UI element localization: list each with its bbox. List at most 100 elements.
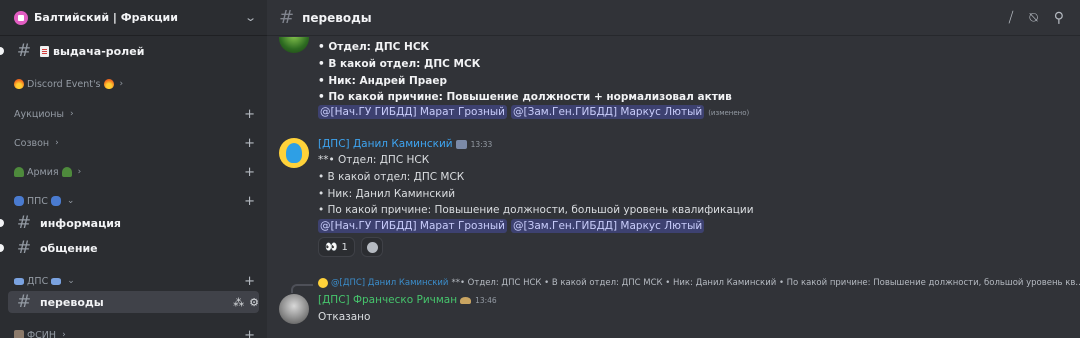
category-label: ППС bbox=[14, 196, 61, 207]
message-line: • Ник: Андрей Праер bbox=[318, 75, 448, 87]
add-channel-icon[interactable]: + bbox=[244, 274, 255, 289]
threads-icon[interactable]: ⧸ bbox=[1009, 10, 1014, 26]
user-mention[interactable]: @[Зам.Ген.ГИБДД] Маркус Лютый bbox=[511, 219, 705, 233]
message-line: • В какой отдел: ДПС МСК bbox=[318, 58, 481, 70]
reaction-count: 1 bbox=[341, 241, 348, 253]
channel-roles[interactable]: # выдача-ролей bbox=[0, 40, 259, 62]
mute-bell-icon[interactable]: ⍉ bbox=[1029, 10, 1037, 26]
prison-icon bbox=[14, 330, 24, 338]
channel-transfers[interactable]: # переводы ⁂ ⚙ bbox=[8, 291, 259, 313]
user-mention[interactable]: @[Нач.ГУ ГИБДД] Марат Грозный bbox=[318, 105, 508, 119]
hat-icon bbox=[460, 296, 472, 304]
category-auctions[interactable]: Аукционы › + bbox=[14, 105, 255, 123]
police-car-icon bbox=[51, 277, 62, 285]
channel-tools: ⁂ ⚙ bbox=[233, 296, 259, 309]
category-label: ДПС bbox=[14, 276, 62, 287]
chevron-down-icon[interactable]: ⌄ bbox=[244, 11, 257, 24]
document-emoji-icon bbox=[40, 45, 49, 57]
chevron-right-icon: › bbox=[119, 79, 124, 89]
channel-header: # переводы ⧸ ⍉ ⚲ bbox=[267, 0, 1080, 36]
message-line: • В какой отдел: ДПС МСК bbox=[318, 171, 465, 183]
add-channel-icon[interactable]: + bbox=[244, 136, 255, 151]
timestamp: 13:33 bbox=[470, 140, 493, 149]
user-mention[interactable]: @[Нач.ГУ ГИБДД] Марат Грозный bbox=[318, 219, 508, 233]
police-officer-icon bbox=[50, 196, 61, 206]
category-dps[interactable]: ДПС ⌄ + bbox=[14, 272, 255, 290]
message-line: Отказано bbox=[318, 311, 371, 323]
pin-icon[interactable]: ⚲ bbox=[1054, 10, 1064, 26]
channel-title: переводы bbox=[302, 10, 372, 25]
channel-info[interactable]: # информация bbox=[0, 212, 259, 234]
header-toolbar: ⧸ ⍉ ⚲ bbox=[1009, 10, 1080, 26]
server-name: Балтийский | Фракции bbox=[34, 11, 178, 24]
reply-preview[interactable]: @[ДПС] Данил Каминский **• Отдел: ДПС НС… bbox=[318, 278, 1080, 288]
category-label: ФСИН bbox=[14, 330, 56, 338]
category-events[interactable]: Discord Event's › bbox=[14, 75, 255, 93]
category-label: Discord Event's bbox=[14, 79, 114, 90]
police-car-icon bbox=[455, 139, 467, 149]
add-channel-icon[interactable]: + bbox=[244, 328, 255, 338]
message-line: • По какой причине: Повышение должности … bbox=[318, 91, 732, 103]
add-reaction-button[interactable] bbox=[361, 237, 383, 257]
reply-connector bbox=[291, 284, 313, 293]
category-call[interactable]: Созвон › + bbox=[14, 134, 255, 152]
message-header: [ДПС] Франческо Ричман 13:46 bbox=[318, 294, 497, 306]
chevron-down-icon: ⌄ bbox=[67, 276, 75, 286]
hash-icon: # bbox=[16, 41, 32, 61]
army-helmet-icon bbox=[14, 167, 24, 177]
edited-label: (изменено) bbox=[708, 109, 750, 117]
fire-icon bbox=[14, 79, 24, 89]
add-channel-icon[interactable]: + bbox=[244, 107, 255, 122]
message-header: [ДПС] Данил Каминский 13:33 bbox=[318, 138, 492, 150]
unread-indicator bbox=[0, 47, 4, 55]
army-helmet-icon bbox=[61, 167, 72, 177]
avatar[interactable] bbox=[279, 37, 309, 53]
chevron-down-icon: ⌄ bbox=[66, 196, 75, 206]
channel-label: переводы bbox=[40, 295, 104, 309]
reaction-eyes[interactable]: 👀 1 bbox=[318, 237, 355, 257]
add-channel-icon[interactable]: + bbox=[244, 194, 255, 209]
category-label: Армия bbox=[14, 167, 72, 178]
reply-author[interactable]: @[ДПС] Данил Каминский bbox=[331, 278, 448, 288]
chevron-right-icon: › bbox=[77, 167, 82, 177]
channel-chat[interactable]: # общение bbox=[0, 237, 259, 259]
message-line: • По какой причине: Повышение должности,… bbox=[318, 204, 754, 216]
server-header[interactable]: Балтийский | Фракции ⌄ bbox=[0, 0, 267, 36]
category-label: Аукционы bbox=[14, 108, 65, 120]
add-reaction-icon bbox=[366, 241, 378, 253]
message-list: • Отдел: ДПС НСК • В какой отдел: ДПС МС… bbox=[267, 37, 1080, 338]
mention-line: @[Нач.ГУ ГИБДД] Марат Грозный @[Зам.Ген.Г… bbox=[318, 105, 750, 119]
user-mention[interactable]: @[Зам.Ген.ГИБДД] Маркус Лютый bbox=[511, 105, 705, 119]
hash-icon: # bbox=[279, 7, 295, 28]
category-pps[interactable]: ППС ⌄ + bbox=[14, 192, 255, 210]
gear-icon[interactable]: ⚙ bbox=[249, 296, 259, 309]
message-line: **• Отдел: ДПС НСК bbox=[318, 154, 430, 166]
hash-icon: # bbox=[16, 213, 32, 233]
category-label: Созвон bbox=[14, 137, 50, 149]
server-icon bbox=[14, 10, 28, 25]
chevron-right-icon: › bbox=[62, 330, 66, 338]
invite-user-icon[interactable]: ⁂ bbox=[233, 296, 244, 309]
eyes-icon: 👀 bbox=[325, 241, 337, 253]
unread-indicator bbox=[0, 244, 4, 252]
author-name[interactable]: [ДПС] Данил Каминский bbox=[318, 138, 453, 150]
category-fsin[interactable]: ФСИН › + bbox=[14, 326, 255, 338]
category-army[interactable]: Армия › + bbox=[14, 163, 255, 181]
police-car-icon bbox=[14, 277, 24, 285]
message-line: • Ник: Данил Каминский bbox=[318, 188, 456, 200]
add-channel-icon[interactable]: + bbox=[244, 165, 255, 180]
hash-icon: # bbox=[16, 292, 32, 312]
fire-icon bbox=[103, 79, 114, 89]
mention-line: @[Нач.ГУ ГИБДД] Марат Грозный @[Зам.Ген.Г… bbox=[318, 219, 708, 233]
unread-indicator bbox=[0, 219, 4, 227]
chevron-right-icon: › bbox=[55, 138, 59, 148]
avatar[interactable] bbox=[279, 138, 309, 168]
author-name[interactable]: [ДПС] Франческо Ричман bbox=[318, 294, 457, 306]
timestamp: 13:46 bbox=[475, 296, 497, 305]
police-officer-icon bbox=[14, 196, 24, 206]
channel-label: общение bbox=[40, 241, 98, 255]
avatar[interactable] bbox=[279, 294, 309, 324]
chevron-right-icon: › bbox=[70, 109, 74, 119]
reply-avatar bbox=[318, 278, 328, 288]
channel-label: информация bbox=[40, 216, 121, 230]
